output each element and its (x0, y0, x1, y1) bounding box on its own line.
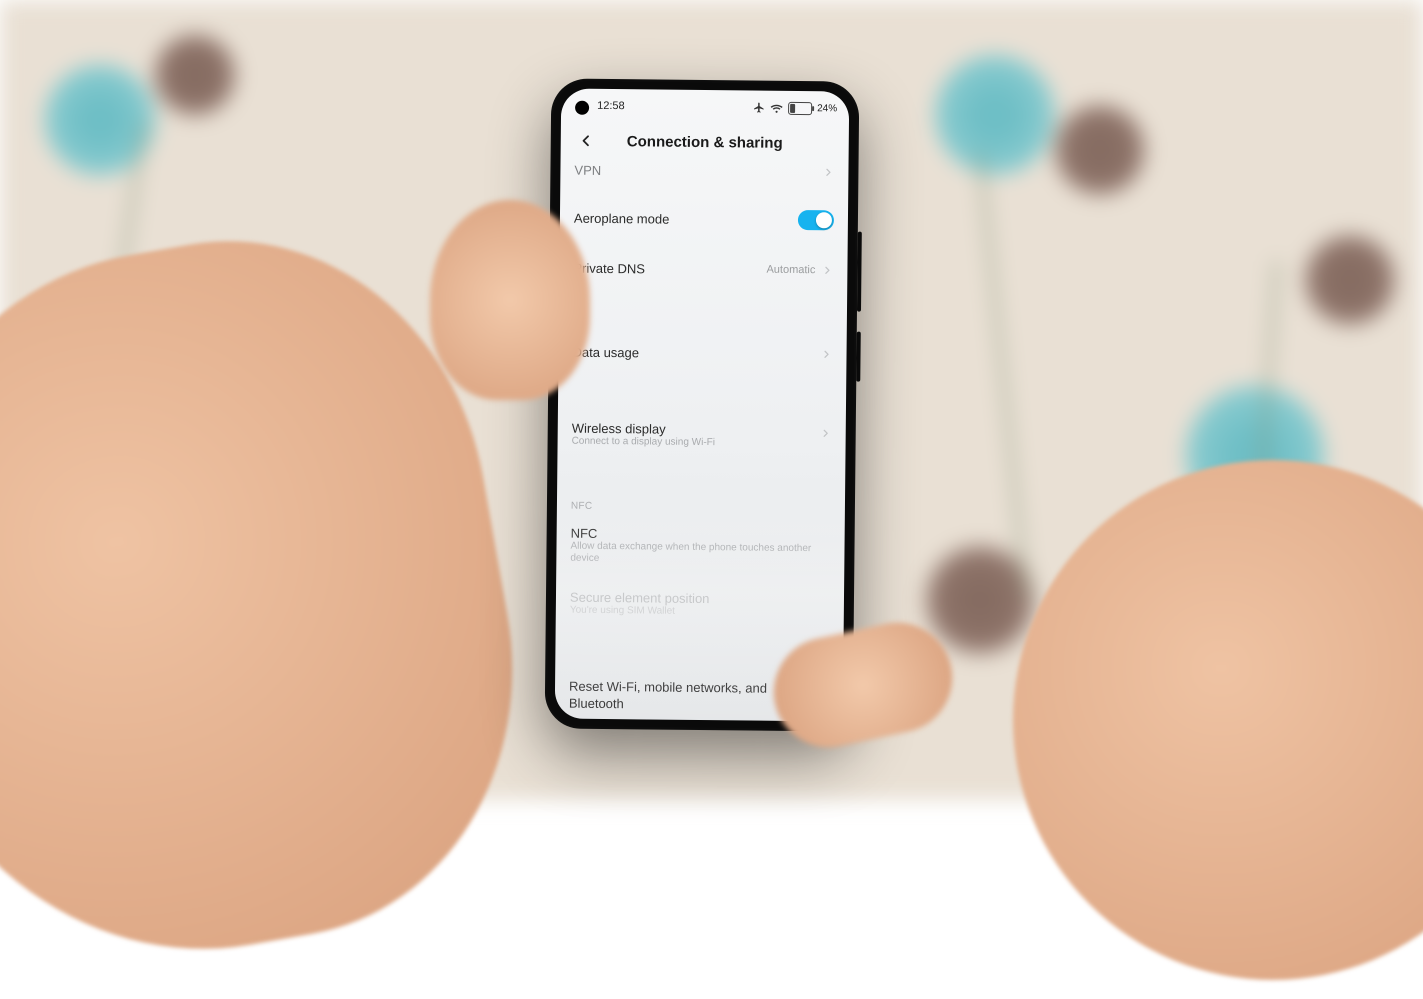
page-title: Connection & sharing (561, 132, 849, 152)
row-secure-element-sub: You're using SIM Wallet (570, 604, 830, 619)
chevron-right-icon (822, 166, 834, 178)
row-private-dns-title: Private DNS (573, 260, 766, 277)
row-secure-element: Secure element position You're using SIM… (570, 579, 830, 625)
phone-frame: 12:58 24% Connection & sharing (545, 78, 860, 731)
row-nfc-sub: Allow data exchange when the phone touch… (570, 540, 830, 568)
airplane-icon (753, 102, 765, 114)
hand-left-thumb (430, 200, 590, 400)
chevron-left-icon (577, 132, 595, 150)
header: Connection & sharing (561, 121, 849, 164)
wifi-icon (770, 102, 783, 113)
chevron-right-icon (820, 348, 832, 360)
row-wireless-display[interactable]: Wireless display Connect to a display us… (571, 411, 831, 457)
row-private-dns-value: Automatic (766, 264, 815, 277)
status-bar: 12:58 24% (561, 89, 849, 124)
power-button (856, 332, 861, 382)
row-vpn[interactable]: VPN (574, 159, 834, 190)
back-button[interactable] (575, 130, 597, 152)
row-aeroplane-title: Aeroplane mode (574, 210, 798, 227)
row-data-usage-title: Data usage (572, 344, 820, 362)
row-data-usage[interactable]: Data usage (572, 327, 833, 380)
volume-rocker (857, 232, 862, 312)
row-vpn-title: VPN (574, 162, 822, 180)
row-private-dns[interactable]: Private DNS Automatic (573, 243, 834, 296)
status-time: 12:58 (597, 100, 625, 112)
row-wireless-display-sub: Connect to a display using Wi-Fi (572, 436, 820, 451)
settings-list: VPN Aeroplane mode Private DNS Automatic (555, 159, 849, 722)
phone-screen: 12:58 24% Connection & sharing (555, 89, 850, 722)
row-nfc[interactable]: NFC Allow data exchange when the phone t… (570, 511, 831, 582)
chevron-right-icon (820, 427, 832, 439)
battery-percent: 24% (817, 103, 837, 114)
aeroplane-mode-toggle[interactable] (798, 210, 834, 230)
battery-icon (788, 101, 812, 114)
row-aeroplane-mode[interactable]: Aeroplane mode (574, 187, 835, 246)
chevron-right-icon (821, 264, 833, 276)
